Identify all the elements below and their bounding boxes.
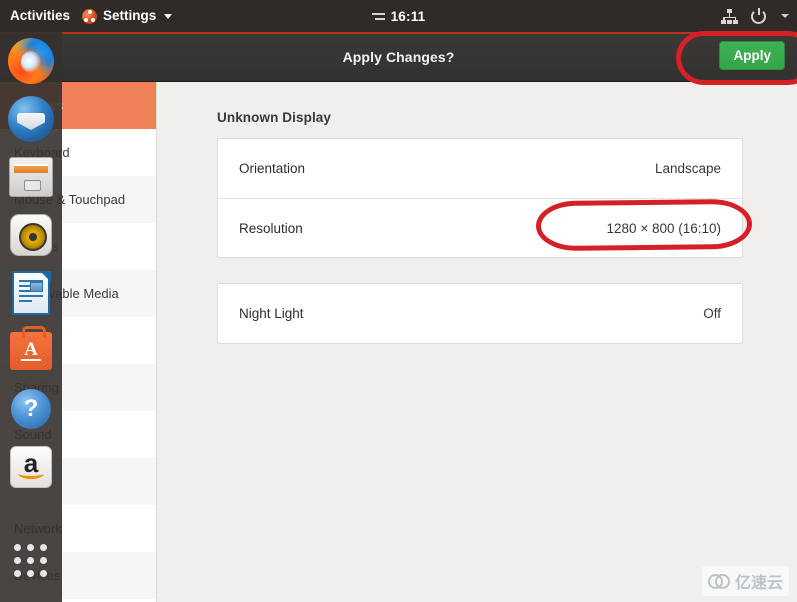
app-menu-settings[interactable]: Settings (82, 0, 173, 32)
orientation-value: Landscape (654, 161, 721, 176)
clock-menu[interactable]: 16:11 (329, 9, 469, 24)
dock-item-libreoffice-writer[interactable] (8, 270, 54, 316)
libreoffice-writer-icon (12, 270, 51, 315)
dock-item-files[interactable] (8, 154, 54, 200)
system-tray[interactable] (721, 8, 789, 24)
grid-apps-icon (14, 544, 48, 578)
night-light-value: Off (703, 306, 721, 321)
dock-item-amazon[interactable] (8, 444, 54, 490)
dock-item-firefox[interactable] (8, 38, 54, 84)
orientation-label: Orientation (239, 161, 306, 176)
resolution-value: 1280 × 800 (16:10) (606, 220, 721, 236)
night-light-label: Night Light (239, 306, 304, 321)
cloud-icon (707, 573, 730, 589)
settings-content: Unknown Display Orientation Landscape Re… (157, 82, 797, 602)
thunderbird-icon (8, 96, 54, 142)
ubuntu-software-icon (10, 326, 52, 370)
night-light-card: Night Light Off (217, 283, 743, 344)
app-menu-label: Settings (103, 8, 157, 23)
watermark: 亿速云 (701, 566, 789, 596)
files-icon (9, 157, 53, 197)
window-header-bar: Apply Changes? Apply (0, 32, 797, 82)
row-night-light[interactable]: Night Light Off (218, 284, 742, 343)
row-orientation[interactable]: Orientation Landscape (218, 139, 742, 198)
firefox-icon (8, 38, 54, 84)
watermark-text: 亿速云 (734, 575, 783, 592)
network-wired-icon[interactable] (721, 8, 738, 24)
rhythmbox-icon (10, 214, 52, 256)
screen: Activities Settings 16:11 Apply Changes?… (0, 0, 797, 602)
dock-item-rhythmbox[interactable] (8, 212, 54, 258)
ubuntu-dock: ? (0, 32, 62, 602)
gnome-top-bar: Activities Settings 16:11 (0, 0, 797, 32)
message-lines-icon (371, 12, 385, 20)
apply-button[interactable]: Apply (719, 41, 785, 70)
ubuntu-logo-icon (82, 8, 98, 24)
activities-button[interactable]: Activities (0, 0, 82, 32)
chevron-down-icon[interactable] (781, 14, 789, 18)
settings-window: Apply Changes? Apply Displays Keyboard M… (0, 32, 797, 602)
help-icon: ? (11, 389, 51, 429)
clock-label: 16:11 (390, 8, 426, 24)
chevron-down-icon (164, 13, 173, 19)
power-icon[interactable] (751, 8, 766, 24)
row-resolution[interactable]: Resolution 1280 × 800 (16:10) (218, 198, 742, 257)
dock-item-ubuntu-software[interactable] (8, 326, 54, 374)
page-title: Apply Changes? (342, 48, 455, 65)
amazon-icon (10, 446, 52, 488)
display-section-title: Unknown Display (217, 110, 332, 125)
resolution-label: Resolution (239, 220, 303, 236)
dock-item-help[interactable]: ? (8, 386, 54, 432)
show-applications-button[interactable] (8, 538, 54, 584)
dock-item-thunderbird[interactable] (8, 96, 54, 142)
display-settings-card: Orientation Landscape Resolution 1280 × … (217, 138, 743, 258)
